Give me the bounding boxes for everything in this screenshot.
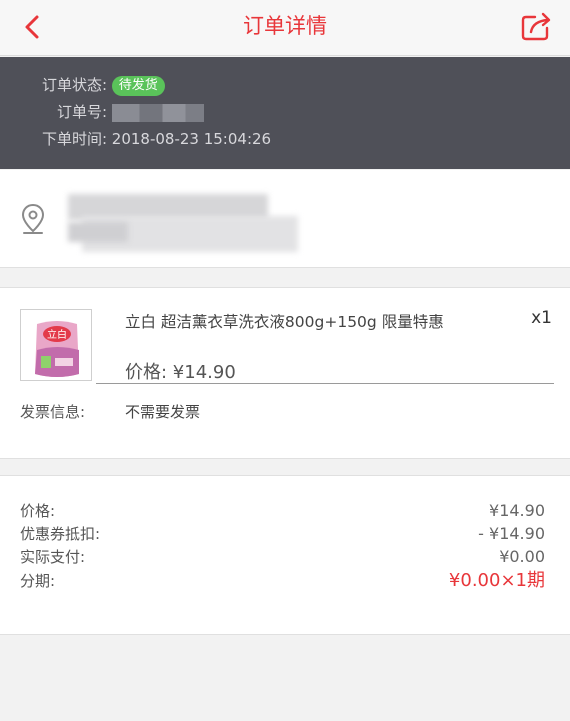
divider [96, 383, 554, 384]
order-number-row: 订单号: [0, 100, 204, 124]
order-time-value: 2018-08-23 15:04:26 [111, 130, 272, 148]
status-badge: 待发货 [111, 75, 165, 96]
shipping-address[interactable] [0, 170, 570, 268]
invoice-label: 发票信息: [20, 403, 86, 421]
price-value: ¥14.90 [489, 501, 545, 520]
product-price: 价格: ¥14.90 [125, 362, 236, 383]
page-title: 订单详情 [243, 14, 327, 38]
status-row: 订单状态: 待发货 [0, 73, 165, 97]
product-quantity: x1 [531, 308, 552, 328]
coupon-label: 优惠券抵扣: [20, 525, 101, 543]
coupon-value: - ¥14.90 [478, 524, 545, 543]
invoice-value: 不需要发票 [125, 403, 201, 421]
share-icon[interactable] [518, 8, 554, 44]
navigation-bar: 订单详情 [0, 0, 570, 56]
installment-label: 分期: [20, 572, 56, 590]
order-number-redacted [111, 103, 204, 122]
product-image: 立白 [21, 310, 91, 380]
order-time-row: 下单时间: 2018-08-23 15:04:26 [0, 127, 271, 151]
installment-value: ¥0.00×1期 [448, 570, 545, 591]
paid-label: 实际支付: [20, 548, 86, 566]
location-pin-icon [21, 203, 45, 234]
price-label: 价格: [20, 502, 56, 520]
status-label: 订单状态: [41, 76, 107, 94]
order-number-label: 订单号: [56, 103, 107, 121]
payment-summary: 价格: ¥14.90 优惠券抵扣: - ¥14.90 实际支付: ¥0.00 分… [0, 475, 570, 635]
product-name[interactable]: 立白 超洁薰衣草洗衣液800g+150g 限量特惠 [125, 310, 444, 332]
order-time-label: 下单时间: [41, 130, 107, 148]
product-thumbnail[interactable]: 立白 [20, 309, 92, 381]
goods-section: 立白 立白 超洁薰衣草洗衣液800g+150g 限量特惠 x1 价格: ¥14.… [0, 287, 570, 459]
product-brand-text: 立白 [47, 328, 67, 341]
order-status-panel: 订单状态: 待发货 订单号: 下单时间: 2018-08-23 15:04:26 [0, 57, 570, 169]
paid-value: ¥0.00 [499, 547, 545, 566]
